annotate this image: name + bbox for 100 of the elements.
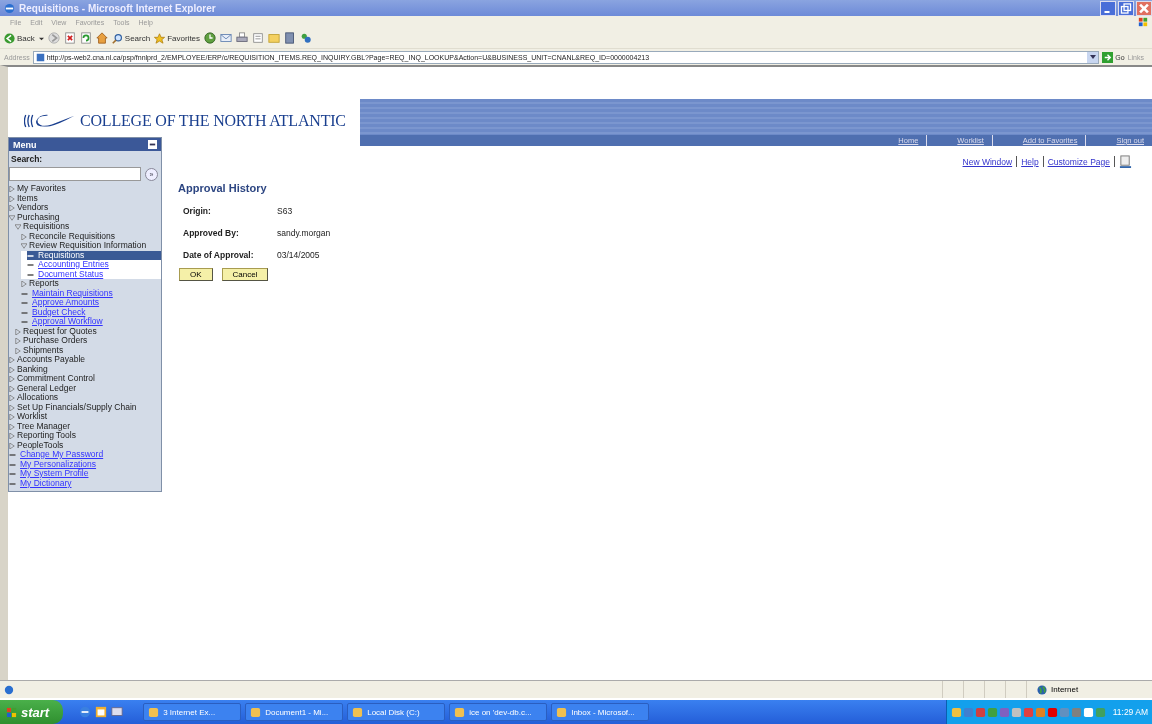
menu-item[interactable]: My System Profile <box>9 469 161 479</box>
desktop-icon[interactable] <box>111 706 124 718</box>
taskbar-button[interactable]: Document1 - Mi... <box>245 703 344 721</box>
menu-item[interactable]: Purchase Orders <box>15 336 161 346</box>
close-icon <box>1137 1 1151 15</box>
app-icon <box>250 706 262 718</box>
close-button[interactable] <box>1136 0 1152 16</box>
menu-item[interactable]: Requisitions <box>15 222 161 232</box>
field-value: S63 <box>277 206 293 216</box>
windows-flag-icon <box>1138 17 1148 27</box>
menu-item[interactable]: Request for Quotes <box>15 326 161 336</box>
menu-item[interactable]: Accounts Payable <box>9 355 161 365</box>
refresh-icon[interactable] <box>79 32 92 44</box>
menu-item[interactable]: General Ledger <box>9 383 161 393</box>
menu-item[interactable]: My Dictionary <box>9 478 161 488</box>
dropdown-arrow-icon <box>1088 53 1097 61</box>
menu-item[interactable]: Allocations <box>9 393 161 403</box>
field-label: Date of Approval: <box>183 250 255 260</box>
mail-icon[interactable] <box>220 32 233 44</box>
field-value: sandy.morgan <box>277 228 331 238</box>
menu-item[interactable]: Reports <box>21 279 161 289</box>
app-icon <box>556 706 568 718</box>
taskbar-button[interactable]: 3 Internet Ex... <box>143 703 242 721</box>
tray-icon[interactable] <box>1082 706 1094 718</box>
menu-item[interactable]: Worklist <box>9 412 161 422</box>
zone-label: Internet <box>1051 685 1079 694</box>
dropdown-button[interactable] <box>1087 51 1099 63</box>
search-field[interactable] <box>9 167 141 181</box>
field-label: Origin: <box>183 206 212 216</box>
back-arrow-icon <box>4 32 15 44</box>
restore-button[interactable] <box>1118 0 1134 16</box>
restore-icon <box>1119 1 1133 15</box>
taskbar-button[interactable]: Inbox - Microsof... <box>551 703 650 721</box>
star-icon <box>154 32 166 44</box>
menu-item[interactable]: Accounting Entries <box>27 260 161 270</box>
logo-text: COLLEGE OF THE NORTH ATLANTIC <box>80 112 346 130</box>
minimize-icon <box>1104 10 1110 13</box>
menu-item[interactable]: Tree Manager <box>9 421 161 431</box>
tray-icon[interactable] <box>1022 706 1034 718</box>
menu-title: Menu <box>13 139 37 150</box>
taskbar-button[interactable]: ice on 'dev-db.c... <box>449 703 548 721</box>
field-value: 03/14/2005 <box>277 250 320 260</box>
search-label: Search: <box>10 153 44 166</box>
page-link[interactable]: Help <box>1021 156 1039 167</box>
menu-item[interactable]: Commitment Control <box>9 374 161 384</box>
windows-flag-icon <box>6 706 17 718</box>
menu-item[interactable]: Reconcile Requisitions <box>21 231 161 241</box>
page-link[interactable]: Customize Page <box>1047 156 1110 167</box>
menu-item[interactable]: Shipments <box>15 345 161 355</box>
favorites-button[interactable]: Favorites <box>154 32 201 44</box>
calendar-icon[interactable] <box>95 706 108 718</box>
print-icon[interactable] <box>236 32 249 44</box>
page-link[interactable]: New Window <box>962 156 1013 167</box>
menu-item[interactable]: Change My Password <box>9 450 161 460</box>
menu-item[interactable]: Purchasing <box>9 212 161 222</box>
tray-icon[interactable] <box>1010 706 1022 718</box>
menu-item[interactable]: PeopleTools <box>9 440 161 450</box>
menu-item[interactable]: Maintain Requisitions <box>21 288 161 298</box>
app-icon <box>148 706 160 718</box>
taskbar-button[interactable]: Local Disk (C:) <box>347 703 446 721</box>
dialog-button[interactable]: Cancel <box>221 268 269 281</box>
collapse-icon[interactable] <box>148 140 157 149</box>
globe-icon <box>1037 684 1047 695</box>
tray-icon[interactable] <box>974 706 986 718</box>
menu-item[interactable]: Banking <box>9 364 161 374</box>
arrow-icon <box>1102 51 1114 63</box>
tray-icon[interactable] <box>1046 706 1058 718</box>
field-label: Approved By: <box>183 228 240 238</box>
menu-item[interactable]: My Favorites <box>9 184 161 194</box>
stop-icon[interactable] <box>63 32 76 44</box>
menu-item[interactable]: Items <box>9 193 161 203</box>
browser-icon <box>4 2 15 14</box>
menu-item[interactable]: Approval Workflow <box>21 317 161 327</box>
history-icon[interactable] <box>204 32 217 44</box>
search-icon <box>111 32 123 44</box>
back-button[interactable]: Back <box>4 32 35 44</box>
menu-item[interactable]: Vendors <box>9 203 161 213</box>
home-icon[interactable] <box>95 32 108 44</box>
menu-item[interactable]: Approve Amounts <box>21 298 161 308</box>
search-button[interactable]: Search <box>111 32 151 44</box>
browser-icon[interactable] <box>79 706 92 718</box>
menu-item[interactable]: Review Requisition Information <box>21 241 161 251</box>
page-icon <box>35 52 45 62</box>
document-icon[interactable] <box>1119 155 1132 168</box>
window-title: Requisitions - Microsoft Internet Explorer <box>19 2 216 14</box>
tray-icon[interactable] <box>998 706 1010 718</box>
app-icon <box>454 706 466 718</box>
app-icon <box>352 706 364 718</box>
menu-item[interactable]: Budget Check <box>21 307 161 317</box>
menu-item[interactable]: Reporting Tools <box>9 431 161 441</box>
dialog-button[interactable]: OK <box>179 268 213 281</box>
menu-item[interactable]: My Personalizations <box>9 459 161 469</box>
menu-item[interactable]: Requisitions <box>27 250 161 260</box>
page-title: Approval History <box>178 182 268 194</box>
minimize-button[interactable] <box>1100 0 1116 16</box>
menu-item[interactable]: Set Up Financials/Supply Chain <box>9 402 161 412</box>
tray-icon[interactable] <box>950 706 962 718</box>
logo-icon <box>24 112 76 130</box>
menu-item[interactable]: Document Status <box>27 269 161 279</box>
dropdown-arrow-icon[interactable] <box>38 35 44 41</box>
